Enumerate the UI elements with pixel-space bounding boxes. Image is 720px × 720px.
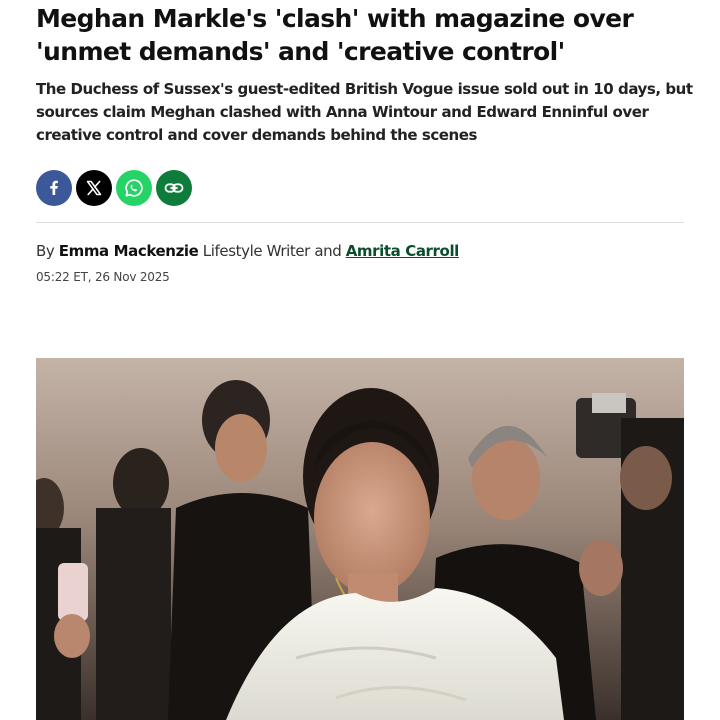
x-icon	[86, 180, 102, 196]
facebook-share-button[interactable]	[36, 170, 72, 206]
divider	[36, 222, 684, 223]
headline: Meghan Markle's 'clash' with magazine ov…	[36, 4, 634, 66]
author-role: Lifestyle Writer	[202, 242, 311, 260]
byline-prefix: By	[36, 242, 55, 260]
standfirst: The Duchess of Sussex's guest-edited Bri…	[36, 80, 693, 144]
author-link[interactable]: Amrita Carroll	[346, 242, 460, 260]
author-name: Emma Mackenzie	[58, 242, 199, 260]
whatsapp-icon	[125, 179, 143, 197]
article: Meghan Markle's 'clash' with magazine ov…	[0, 0, 720, 720]
byline: By Emma Mackenzie Lifestyle Writer and A…	[36, 240, 459, 262]
hero-image	[36, 358, 684, 720]
share-bar	[36, 170, 192, 206]
facebook-icon	[50, 180, 58, 195]
whatsapp-share-button[interactable]	[116, 170, 152, 206]
copy-link-button[interactable]	[156, 170, 192, 206]
link-icon	[164, 183, 184, 193]
byline-conjunction: and	[314, 242, 342, 260]
publish-timestamp: 05:22 ET, 26 Nov 2025	[36, 270, 170, 284]
x-share-button[interactable]	[76, 170, 112, 206]
hero-photo	[36, 358, 684, 720]
